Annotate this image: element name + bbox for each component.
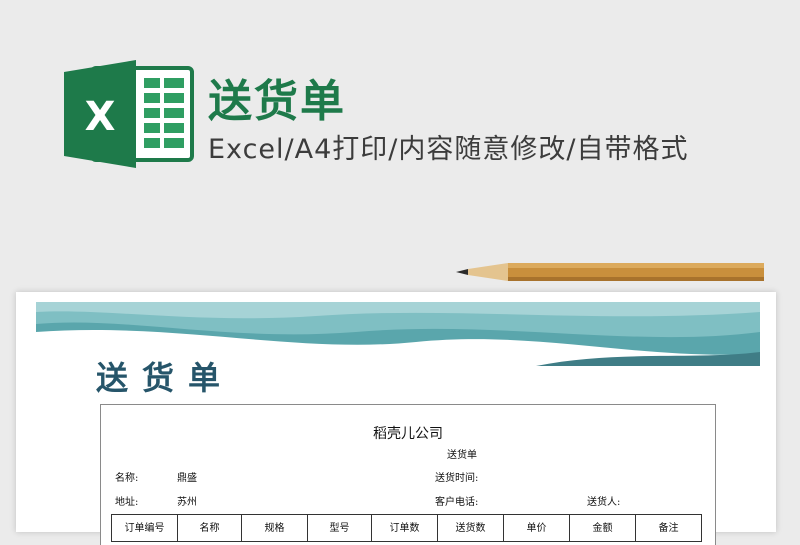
banner-title: 送货单 [208, 76, 346, 127]
address-value[interactable]: 苏州 [177, 493, 197, 508]
column-header[interactable]: 备注 [635, 514, 702, 542]
column-header[interactable]: 单价 [503, 514, 570, 542]
name-label: 名称: [115, 473, 139, 484]
company-name: 稻壳儿公司 [373, 426, 443, 442]
name-value[interactable]: 鼎盛 [177, 469, 197, 484]
excel-logo-icon: X [64, 60, 194, 168]
column-header[interactable]: 规格 [241, 514, 308, 542]
column-header[interactable]: 订单编号 [111, 514, 178, 542]
document-preview: 送货单 稻壳儿公司 送货单 名称: 鼎盛 送货时间: 地址: 苏州 客户电话: … [16, 292, 776, 545]
pencil-icon [456, 263, 764, 281]
document-type: 送货单 [447, 450, 477, 461]
customer-phone-label: 客户电话: [435, 497, 479, 508]
column-header[interactable]: 送货数 [437, 514, 504, 542]
column-header[interactable]: 订单数 [371, 514, 438, 542]
banner-subtitle: Excel/A4打印/内容随意修改/自带格式 [208, 134, 689, 165]
delivery-time-label: 送货时间: [435, 473, 479, 484]
header-wave-decoration [36, 302, 760, 366]
column-header[interactable]: 金额 [569, 514, 636, 542]
document-heading: 送货单 [96, 359, 235, 397]
table-header-row: 订单编号 名称 规格 型号 订单数 送货数 单价 金额 备注 [111, 514, 702, 542]
address-label: 地址: [115, 497, 139, 508]
spreadsheet-page: 稻壳儿公司 送货单 名称: 鼎盛 送货时间: 地址: 苏州 客户电话: 送货人:… [100, 404, 716, 545]
deliverer-label: 送货人: [587, 497, 621, 508]
logo-letter: X [85, 94, 116, 140]
column-header[interactable]: 型号 [307, 514, 372, 542]
column-header[interactable]: 名称 [177, 514, 242, 542]
items-table: 订单编号 名称 规格 型号 订单数 送货数 单价 金额 备注 [111, 514, 702, 542]
